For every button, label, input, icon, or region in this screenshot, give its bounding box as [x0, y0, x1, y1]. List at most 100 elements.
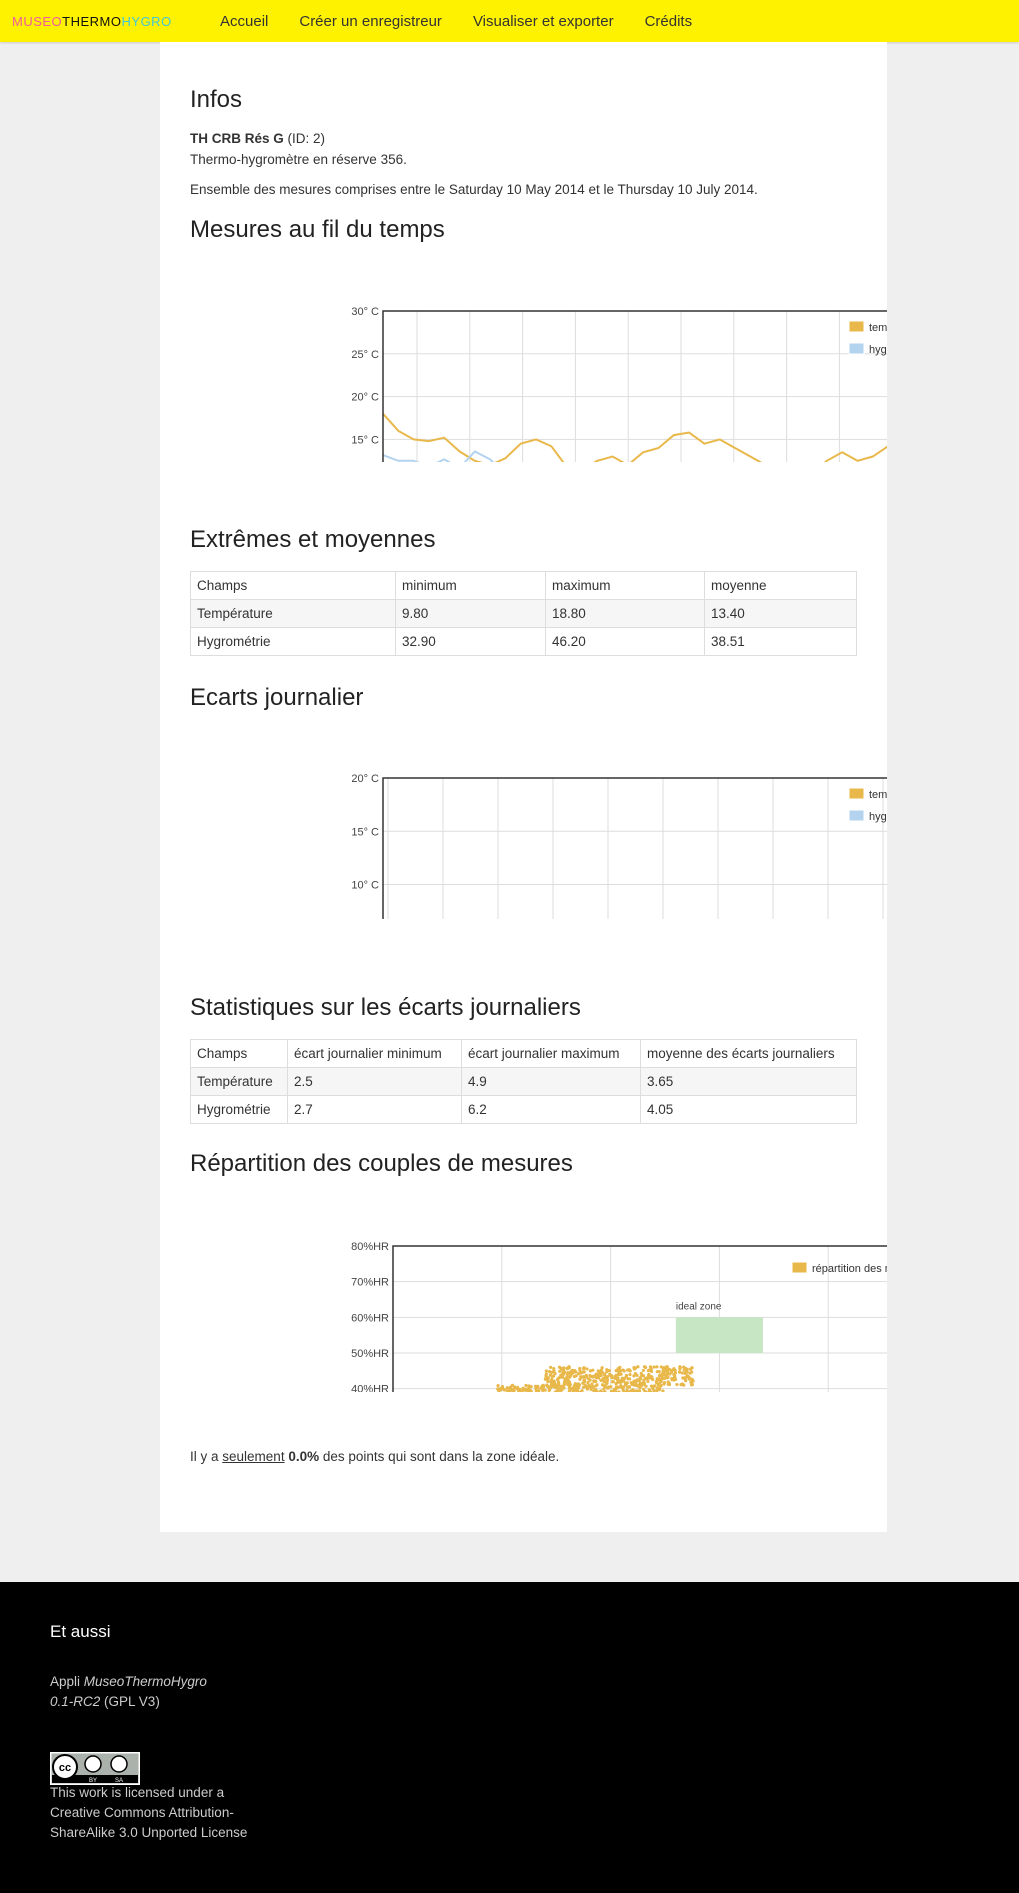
- legend-swatch: [848, 809, 865, 822]
- scatter-point: [623, 1381, 627, 1385]
- scatter-point: [524, 1383, 528, 1388]
- scatter-point: [565, 1366, 569, 1370]
- scatter-point: [614, 1381, 618, 1386]
- scatter-point: [609, 1385, 613, 1389]
- scatter-point: [582, 1367, 586, 1371]
- table-row: Température 9.80 18.80 13.40: [190, 599, 857, 628]
- scatter-point: [652, 1384, 656, 1388]
- y-tick-label: 40%HR: [351, 1384, 389, 1392]
- scatter-point: [662, 1382, 666, 1386]
- table-header-cell: écart journalier maximum: [461, 1039, 641, 1068]
- plot-area: [383, 778, 887, 919]
- logger-description: Thermo-hygromètre en réserve 356.: [190, 152, 407, 167]
- scatter-point: [604, 1382, 608, 1386]
- scatter-point: [689, 1380, 693, 1384]
- scatter-point: [659, 1383, 663, 1388]
- scatter-point: [646, 1379, 650, 1384]
- scatter-point: [651, 1377, 655, 1382]
- scatter-point: [585, 1387, 589, 1391]
- nav-item-creer-enregistreur[interactable]: Créer un enregistreur: [299, 13, 442, 30]
- app-license[interactable]: (GPL V3): [104, 1694, 160, 1709]
- measurement-range: Ensemble des mesures comprises entre le …: [190, 182, 758, 197]
- table-cell: 32.90: [395, 627, 546, 656]
- nav-item-credits[interactable]: Crédits: [645, 13, 693, 30]
- y-tick-label: 80%HR: [351, 1241, 389, 1253]
- scatter-point: [610, 1380, 615, 1384]
- table-cell: 2.7: [287, 1095, 462, 1124]
- y-tick-label: 10° C: [351, 880, 379, 892]
- table-cell: 2.5: [287, 1067, 462, 1096]
- scatter-point: [645, 1376, 649, 1380]
- daily-range-chart: 0° C5° C10° C15° C20° C0%HR5%HR10%HR15%H…: [351, 773, 887, 919]
- timeline-heading: Mesures au fil du temps: [190, 216, 445, 243]
- scatter-point: [657, 1374, 662, 1378]
- scatter-point: [662, 1372, 666, 1376]
- table-cell: Hygrométrie: [190, 1095, 288, 1124]
- y-tick-label: 20° C: [351, 392, 379, 404]
- scatter-point: [505, 1386, 509, 1390]
- table-header-row: Champs minimum maximum moyenne: [190, 571, 857, 600]
- scatter-point: [605, 1378, 609, 1383]
- main-nav: Accueil Créer un enregistreur Visualiser…: [220, 13, 723, 30]
- distribution-chart: 20%HR30%HR40%HR50%HR60%HR70%HR80%HR5° C1…: [351, 1241, 887, 1392]
- scatter-point: [557, 1365, 562, 1369]
- scatter-point: [594, 1379, 598, 1383]
- scatter-point: [572, 1385, 577, 1389]
- scatter-point: [627, 1368, 631, 1372]
- brand-logo[interactable]: MUSEOTHERMOHYGRO: [12, 14, 172, 29]
- extremes-heading: Extrêmes et moyennes: [190, 526, 436, 553]
- scatter-point: [600, 1383, 605, 1387]
- scatter-point: [605, 1368, 609, 1372]
- scatter-point: [666, 1370, 670, 1374]
- scatter-point: [628, 1372, 632, 1377]
- scatter-point: [550, 1370, 554, 1375]
- scatter-point: [613, 1375, 617, 1379]
- scatter-point: [647, 1373, 651, 1377]
- scatter-point: [549, 1382, 554, 1386]
- scatter-point: [556, 1380, 561, 1384]
- scatter-point: [544, 1372, 548, 1376]
- y-tick-label: 15° C: [351, 434, 379, 446]
- note-prefix: Il y a: [190, 1449, 219, 1464]
- scatter-point: [577, 1372, 581, 1376]
- table-row: Hygrométrie 2.7 6.2 4.05: [190, 1095, 857, 1124]
- scatter-point: [667, 1382, 671, 1386]
- scatter-point: [641, 1368, 646, 1373]
- main-container: Infos TH CRB Rés G (ID: 2) Thermo-hygrom…: [160, 42, 887, 1532]
- scatter-point: [499, 1387, 503, 1391]
- scatter-point: [608, 1373, 612, 1377]
- license-text[interactable]: This work is licensed under a Creative C…: [50, 1783, 260, 1843]
- table-header-cell: moyenne des écarts journaliers: [640, 1039, 857, 1068]
- legend-label: température: [869, 322, 887, 334]
- nav-item-accueil[interactable]: Accueil: [220, 13, 268, 30]
- scatter-point: [649, 1369, 654, 1373]
- table-header-row: Champs écart journalier minimum écart jo…: [190, 1039, 857, 1068]
- y-tick-label: 60%HR: [351, 1312, 389, 1324]
- scatter-point: [545, 1383, 549, 1387]
- cc-by-sa-badge[interactable]: cc BY SA: [50, 1752, 140, 1785]
- ideal-zone-label: ideal zone: [676, 1301, 722, 1312]
- scatter-point: [585, 1367, 589, 1371]
- table-cell: 38.51: [704, 627, 857, 656]
- y-tick-label: 30° C: [351, 306, 379, 318]
- top-navbar: MUSEOTHERMOHYGRO Accueil Créer un enregi…: [0, 0, 1019, 42]
- legend-label: hygrométrie: [869, 811, 887, 823]
- scatter-point: [622, 1369, 626, 1373]
- note-emphasis: seulement: [222, 1449, 285, 1464]
- scatter-point: [678, 1365, 682, 1369]
- app-name[interactable]: MuseoThermoHygro: [84, 1674, 207, 1689]
- distribution-heading: Répartition des couples de mesures: [190, 1150, 573, 1177]
- scatter-point: [603, 1372, 607, 1376]
- table-cell: 4.9: [461, 1067, 641, 1096]
- table-header-cell: moyenne: [704, 571, 857, 600]
- table-cell: Température: [190, 1067, 288, 1096]
- nav-item-visualiser-exporter[interactable]: Visualiser et exporter: [473, 13, 614, 30]
- scatter-point: [622, 1376, 626, 1381]
- y-tick-label: 70%HR: [351, 1277, 389, 1289]
- scatter-point: [553, 1371, 557, 1376]
- scatter-point: [638, 1376, 642, 1380]
- scatter-point: [549, 1365, 553, 1369]
- y-tick-label: 50%HR: [351, 1348, 389, 1360]
- scatter-point: [669, 1370, 674, 1374]
- scatter-point: [675, 1382, 679, 1387]
